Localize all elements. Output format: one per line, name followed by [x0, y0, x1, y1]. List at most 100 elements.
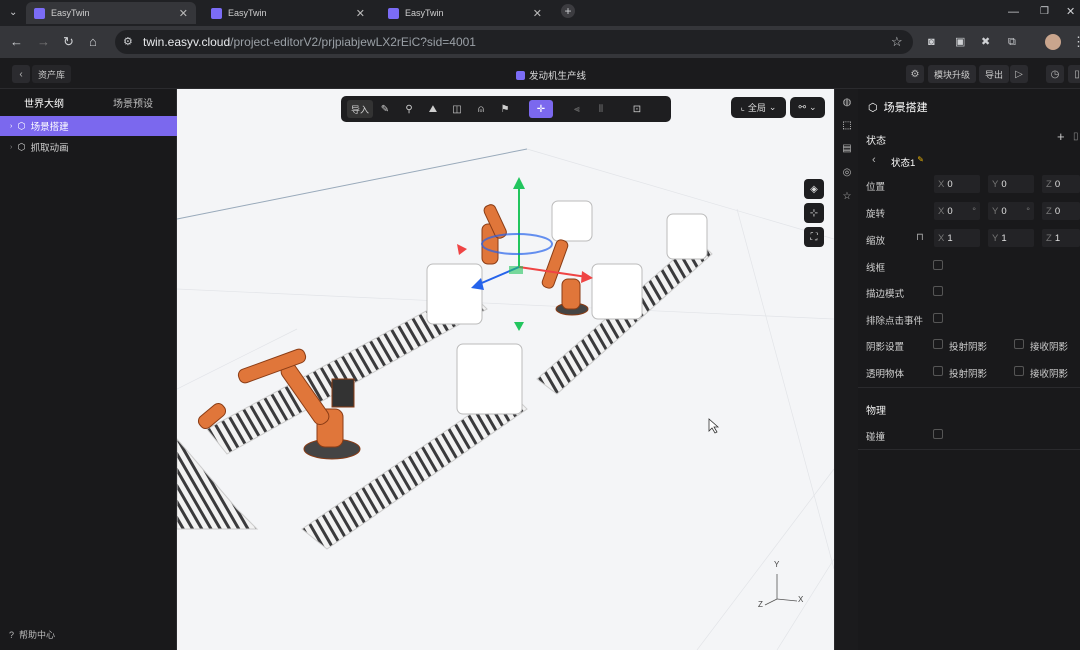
- asset-library-button[interactable]: 资产库: [32, 65, 72, 83]
- machine-station[interactable]: [456, 343, 523, 415]
- delete-trash-icon[interactable]: ▯: [1068, 65, 1080, 83]
- browser-tab[interactable]: EasyTwin ✕: [203, 2, 373, 24]
- site-info-icon[interactable]: ⚙: [123, 35, 133, 49]
- outline-mode-checkbox[interactable]: [933, 286, 943, 296]
- transparent-receive-shadow-checkbox[interactable]: [1014, 366, 1024, 376]
- transparent-receive-shadow-label: 接收阴影: [1030, 369, 1069, 380]
- close-icon[interactable]: ✕: [179, 7, 188, 20]
- camera-icon[interactable]: ◫: [445, 100, 469, 118]
- coordinate-space-dropdown[interactable]: ⌞ 全局 ⌄: [731, 97, 786, 118]
- position-z-field[interactable]: Z0: [1042, 175, 1080, 193]
- address-bar[interactable]: ⚙ twin.easyv.cloud/project-editorV2/prjp…: [115, 30, 913, 54]
- rotation-x-field[interactable]: X 0 °: [934, 202, 980, 220]
- x-extension-icon[interactable]: ✖: [981, 35, 990, 49]
- screen-extension-icon[interactable]: ▣: [955, 35, 965, 49]
- state-prev-chevron-icon[interactable]: ‹: [872, 154, 876, 166]
- person-icon[interactable]: ⍝: [469, 100, 493, 118]
- database-icon[interactable]: ▤: [840, 141, 854, 155]
- transparent-cast-shadow-checkbox[interactable]: [933, 366, 943, 376]
- globe-icon[interactable]: ◍: [840, 95, 854, 109]
- help-center-link[interactable]: ? 帮助中心: [9, 628, 55, 641]
- forward-arrow-icon[interactable]: →: [37, 35, 50, 49]
- position-y-field[interactable]: Y0: [988, 175, 1034, 193]
- move-tool-icon[interactable]: ✛: [529, 100, 553, 118]
- tab-scene-presets[interactable]: 场景预设: [89, 89, 177, 115]
- terrain-icon[interactable]: ⛰: [421, 100, 445, 118]
- export-button[interactable]: 导出: [979, 65, 1010, 83]
- profile-avatar[interactable]: [1045, 34, 1061, 50]
- scale-x-field[interactable]: X1: [934, 229, 980, 247]
- import-button[interactable]: 导入: [347, 100, 373, 118]
- rotation-y-field[interactable]: Y 0 °: [988, 202, 1034, 220]
- extensions-puzzle-icon[interactable]: ⧉: [1008, 35, 1016, 49]
- align-left-icon[interactable]: ⫷: [565, 100, 589, 118]
- exclude-click-checkbox[interactable]: [933, 313, 943, 323]
- axis-orientation-indicator: [764, 574, 798, 606]
- play-icon[interactable]: ▷: [1010, 65, 1028, 83]
- tab-world-outline[interactable]: 世界大纲: [0, 89, 88, 115]
- scene-canvas[interactable]: [177, 89, 834, 650]
- back-chevron-icon[interactable]: ‹: [12, 65, 30, 83]
- expand-arrow-icon[interactable]: ›: [10, 144, 12, 151]
- paint-icon[interactable]: ⚑: [493, 100, 517, 118]
- machine-station[interactable]: [666, 213, 708, 260]
- scale-y-field[interactable]: Y1: [988, 229, 1034, 247]
- reload-icon[interactable]: ↻: [63, 35, 74, 49]
- pen-add-icon[interactable]: ✎: [373, 100, 397, 118]
- position-x-field[interactable]: X0: [934, 175, 980, 193]
- scale-lock-icon[interactable]: ⊓: [916, 232, 924, 243]
- delete-state-icon[interactable]: ▯: [1073, 131, 1079, 142]
- scale-z-field[interactable]: Z1: [1042, 229, 1080, 247]
- home-icon[interactable]: ⌂: [89, 35, 97, 49]
- robot-arm[interactable]: [481, 203, 508, 265]
- edit-pencil-icon[interactable]: ✎: [917, 155, 924, 169]
- browser-tab[interactable]: EasyTwin ✕: [380, 2, 550, 24]
- conveyor-belt[interactable]: [177, 438, 259, 530]
- rotation-z-field[interactable]: Z0: [1042, 202, 1080, 220]
- machine-station[interactable]: [591, 263, 643, 320]
- current-state[interactable]: 状态1 ✎: [891, 155, 924, 169]
- tab-list-chevron-icon[interactable]: ⌄: [9, 6, 17, 20]
- effects-star-icon[interactable]: ☆: [840, 189, 854, 203]
- floor-boundary-line: [177, 148, 528, 220]
- module-upgrade-button[interactable]: 模块升级: [928, 65, 977, 83]
- close-icon[interactable]: ✕: [533, 7, 542, 20]
- tree-item-scene-build[interactable]: › ⬡ 场景搭建: [0, 116, 177, 136]
- back-arrow-icon[interactable]: ←: [10, 35, 23, 49]
- maximize-icon[interactable]: ❐: [1040, 5, 1049, 19]
- window-close-icon[interactable]: ✕: [1066, 5, 1075, 19]
- settings-gear-icon[interactable]: ⚙: [906, 65, 924, 83]
- 3d-viewport[interactable]: Y X Z 导入 ✎ ⚲ ⛰ ◫ ⍝ ⚑ ✛ ⫷ ⦀ ⊡ ⌞ 全局 ⌄ ⚯ ⌄ …: [177, 89, 834, 650]
- machine-station[interactable]: [426, 263, 483, 325]
- focus-target-icon[interactable]: ⊹: [804, 203, 824, 223]
- url-host: twin.easyv.cloud: [143, 35, 231, 49]
- close-icon[interactable]: ✕: [356, 7, 365, 20]
- new-tab-plus-icon[interactable]: +: [561, 4, 575, 18]
- snap-magnet-icon: ⚯: [798, 102, 806, 112]
- machine-station[interactable]: [551, 200, 593, 242]
- snap-dropdown[interactable]: ⚯ ⌄: [790, 97, 825, 118]
- pin-icon[interactable]: ⚲: [397, 100, 421, 118]
- environment-icon[interactable]: ◎: [840, 165, 854, 179]
- layers-icon[interactable]: ◈: [804, 179, 824, 199]
- browser-tab[interactable]: EasyTwin ✕: [26, 2, 196, 24]
- select-object-icon[interactable]: ⬚: [840, 118, 854, 132]
- camera-extension-icon[interactable]: ◙: [928, 35, 935, 49]
- fullscreen-icon[interactable]: ⛶: [804, 227, 824, 247]
- collision-checkbox[interactable]: [933, 429, 943, 439]
- bookmark-star-icon[interactable]: ☆: [891, 35, 903, 49]
- easytwin-favicon-icon: [211, 7, 222, 19]
- expand-arrow-icon[interactable]: ›: [10, 123, 12, 130]
- receive-shadow-checkbox[interactable]: [1014, 339, 1024, 349]
- minimize-icon[interactable]: —: [1008, 5, 1019, 19]
- history-clock-icon[interactable]: ◷: [1046, 65, 1064, 83]
- wireframe-checkbox[interactable]: [933, 260, 943, 270]
- tree-item-grab-animation[interactable]: › ⬡ 抓取动画: [0, 137, 177, 157]
- cast-shadow-checkbox[interactable]: [933, 339, 943, 349]
- add-state-plus-icon[interactable]: +: [1057, 129, 1065, 144]
- align-center-icon[interactable]: ⦀: [589, 100, 613, 118]
- lock-icon[interactable]: ⊡: [625, 100, 649, 118]
- help-center-label: 帮助中心: [19, 630, 56, 640]
- menu-dots-icon[interactable]: ⋮: [1072, 35, 1080, 49]
